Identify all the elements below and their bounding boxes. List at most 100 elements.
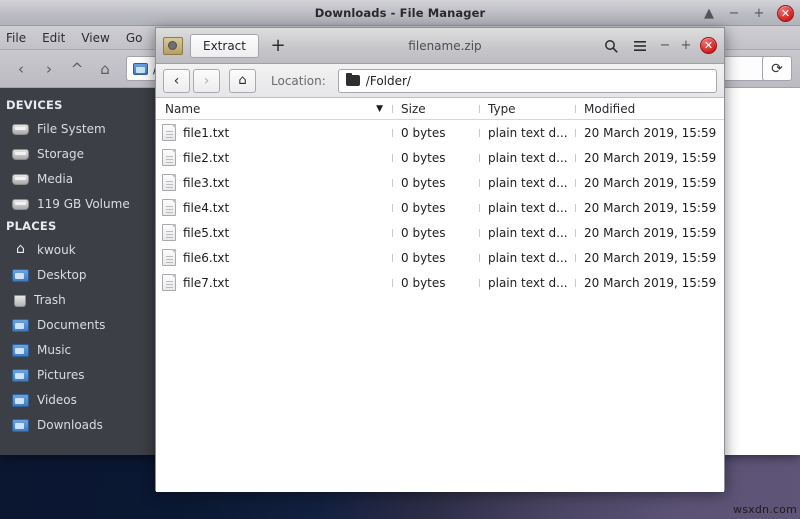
folder-icon <box>12 394 29 407</box>
table-row[interactable]: file2.txt 0 bytes plain text d... 20 Mar… <box>156 145 724 170</box>
minimize-button[interactable]: − <box>727 6 741 20</box>
search-icon[interactable] <box>600 35 622 57</box>
location-input[interactable]: /Folder/ <box>338 69 717 93</box>
archive-manager-headerbar[interactable]: Extract + filename.zip − + ✕ <box>156 28 724 64</box>
cell-type: plain text d... <box>479 226 575 240</box>
sidebar-item-label: Pictures <box>37 368 85 382</box>
table-row[interactable]: file1.txt 0 bytes plain text d... 20 Mar… <box>156 120 724 145</box>
column-headers: Name ▼ Size Type Modified <box>156 98 724 120</box>
text-file-icon <box>162 199 176 216</box>
cell-modified: 20 March 2019, 15:59 <box>575 176 724 190</box>
cell-modified: 20 March 2019, 15:59 <box>575 126 724 140</box>
text-file-icon <box>162 174 176 191</box>
back-icon[interactable]: ‹ <box>8 56 34 82</box>
home-icon: ⌂ <box>12 242 29 257</box>
cell-type: plain text d... <box>479 201 575 215</box>
text-file-icon <box>162 149 176 166</box>
file-manager-window-controls: ▲ − + ✕ <box>702 0 794 26</box>
archive-file-list[interactable]: Name ▼ Size Type Modified file1.txt 0 by… <box>156 98 724 492</box>
sidebar-item-label: kwouk <box>37 243 76 257</box>
archive-manager-title: filename.zip <box>297 39 593 53</box>
sidebar-item-videos[interactable]: Videos <box>0 387 155 412</box>
cell-type: plain text d... <box>479 276 575 290</box>
file-name-label: file6.txt <box>183 251 229 265</box>
file-name-label: file4.txt <box>183 201 229 215</box>
watermark: wsxdn.com <box>733 503 797 516</box>
close-button[interactable]: ✕ <box>700 37 717 54</box>
menu-go[interactable]: Go <box>126 31 143 45</box>
cell-name: file2.txt <box>156 149 392 166</box>
shade-button[interactable]: ▲ <box>702 6 716 20</box>
forward-icon[interactable]: › <box>36 56 62 82</box>
cell-size: 0 bytes <box>392 276 479 290</box>
archive-manager-window: Extract + filename.zip − + ✕ ‹ › ⌂ Locat… <box>155 27 725 491</box>
table-row[interactable]: file6.txt 0 bytes plain text d... 20 Mar… <box>156 245 724 270</box>
cell-name: file4.txt <box>156 199 392 216</box>
archive-location-bar: ‹ › ⌂ Location: /Folder/ <box>156 64 724 98</box>
text-file-icon <box>162 224 176 241</box>
sidebar-item-119gb-volume[interactable]: 119 GB Volume <box>0 191 155 216</box>
back-icon[interactable]: ‹ <box>163 69 190 93</box>
sidebar-item-label: Trash <box>34 293 66 307</box>
drive-icon <box>12 149 29 160</box>
cell-name: file3.txt <box>156 174 392 191</box>
folder-icon <box>346 75 360 86</box>
sidebar-item-documents[interactable]: Documents <box>0 312 155 337</box>
file-name-label: file7.txt <box>183 276 229 290</box>
folder-icon <box>12 344 29 357</box>
sidebar-item-media[interactable]: Media <box>0 166 155 191</box>
up-icon[interactable]: ^ <box>64 56 90 82</box>
column-header-size[interactable]: Size <box>392 102 479 116</box>
cell-size: 0 bytes <box>392 176 479 190</box>
column-header-name[interactable]: Name ▼ <box>156 102 392 116</box>
file-name-label: file5.txt <box>183 226 229 240</box>
drive-icon <box>12 174 29 185</box>
hamburger-menu-icon[interactable] <box>629 35 651 57</box>
home-icon[interactable]: ⌂ <box>229 69 256 93</box>
cell-modified: 20 March 2019, 15:59 <box>575 276 724 290</box>
folder-icon <box>12 269 29 282</box>
table-row[interactable]: file5.txt 0 bytes plain text d... 20 Mar… <box>156 220 724 245</box>
add-files-button[interactable]: + <box>266 34 290 58</box>
home-icon[interactable]: ⌂ <box>92 56 118 82</box>
table-row[interactable]: file3.txt 0 bytes plain text d... 20 Mar… <box>156 170 724 195</box>
table-row[interactable]: file7.txt 0 bytes plain text d... 20 Mar… <box>156 270 724 295</box>
reload-icon[interactable]: ⟳ <box>762 56 792 81</box>
cell-name: file7.txt <box>156 274 392 291</box>
file-manager-titlebar[interactable]: Downloads - File Manager ▲ − + ✕ <box>0 0 800 26</box>
sidebar-item-kwouk[interactable]: ⌂ kwouk <box>0 237 155 262</box>
sidebar-item-label: Music <box>37 343 71 357</box>
file-name-label: file2.txt <box>183 151 229 165</box>
sidebar-item-desktop[interactable]: Desktop <box>0 262 155 287</box>
minimize-button[interactable]: − <box>658 39 672 53</box>
sort-descending-icon: ▼ <box>376 104 383 114</box>
sidebar-item-music[interactable]: Music <box>0 337 155 362</box>
menu-view[interactable]: View <box>81 31 109 45</box>
column-header-modified[interactable]: Modified <box>575 102 724 116</box>
sidebar-item-downloads[interactable]: Downloads <box>0 412 155 437</box>
folder-icon <box>12 419 29 432</box>
sidebar-item-storage[interactable]: Storage <box>0 141 155 166</box>
folder-icon <box>12 319 29 332</box>
location-label: Location: <box>271 74 326 88</box>
cell-name: file1.txt <box>156 124 392 141</box>
close-button[interactable]: ✕ <box>777 5 794 22</box>
maximize-button[interactable]: + <box>679 39 693 53</box>
table-row[interactable]: file4.txt 0 bytes plain text d... 20 Mar… <box>156 195 724 220</box>
column-header-type[interactable]: Type <box>479 102 575 116</box>
cell-type: plain text d... <box>479 251 575 265</box>
drive-icon <box>12 124 29 135</box>
sidebar-item-trash[interactable]: Trash <box>0 287 155 312</box>
cell-size: 0 bytes <box>392 226 479 240</box>
folder-icon <box>133 63 148 75</box>
extract-button[interactable]: Extract <box>190 34 259 58</box>
text-file-icon <box>162 124 176 141</box>
drive-icon <box>12 199 29 210</box>
sidebar-item-pictures[interactable]: Pictures <box>0 362 155 387</box>
menu-edit[interactable]: Edit <box>42 31 65 45</box>
sidebar-item-file-system[interactable]: File System <box>0 116 155 141</box>
cell-modified: 20 March 2019, 15:59 <box>575 251 724 265</box>
menu-file[interactable]: File <box>6 31 26 45</box>
forward-icon[interactable]: › <box>193 69 220 93</box>
maximize-button[interactable]: + <box>752 6 766 20</box>
